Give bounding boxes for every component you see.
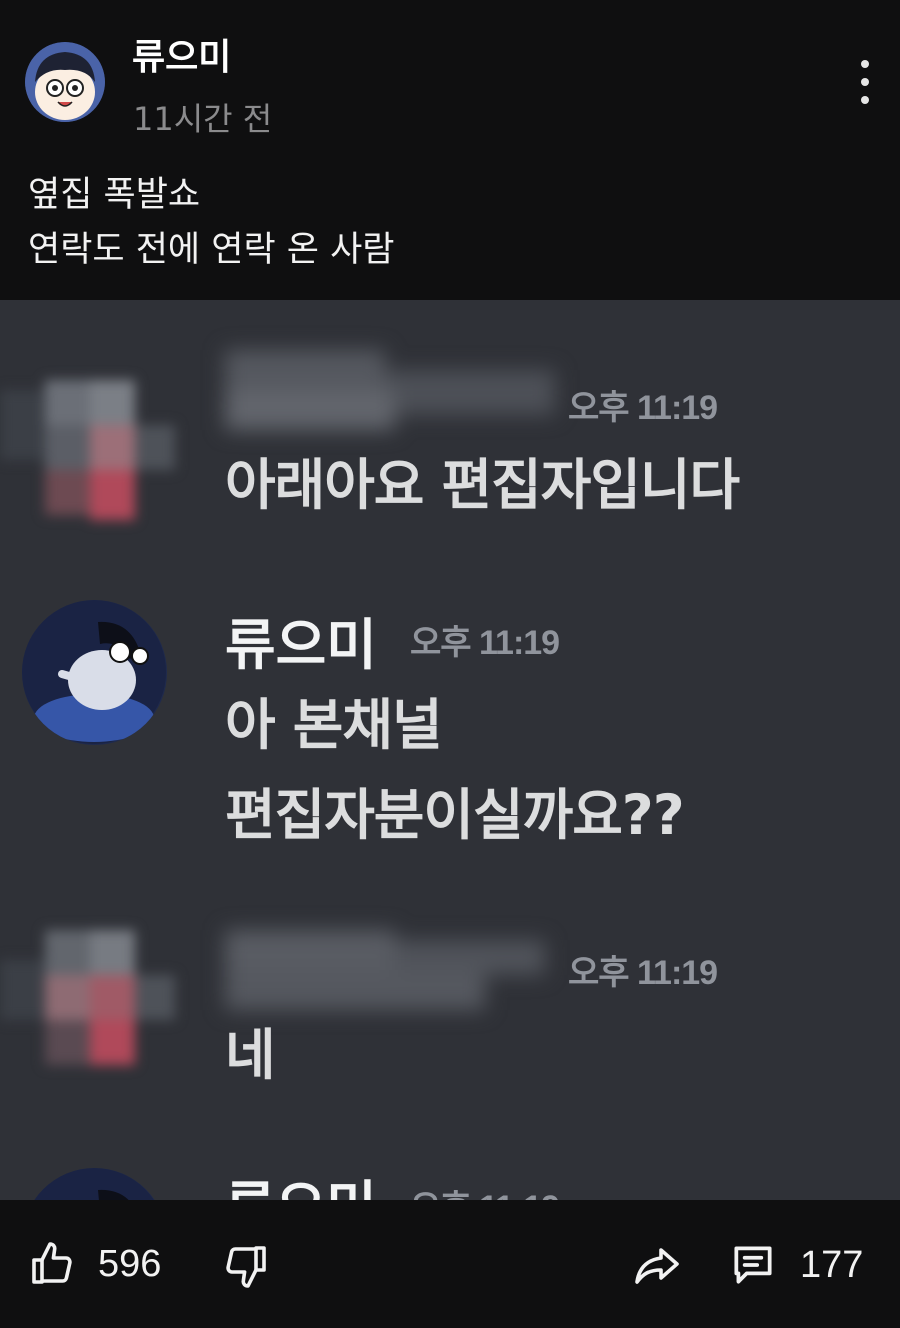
message-time: 오후 11:19 <box>568 954 718 992</box>
chat-author-avatar <box>22 1168 167 1200</box>
more-vertical-icon <box>861 60 869 68</box>
comment-icon <box>728 1240 778 1290</box>
blurred-username <box>225 930 545 1010</box>
comment-button[interactable]: 177 <box>728 1240 863 1290</box>
dislike-button[interactable] <box>222 1242 270 1290</box>
share-icon <box>632 1242 682 1290</box>
comment-count: 177 <box>800 1243 864 1286</box>
share-button[interactable] <box>632 1242 682 1290</box>
blurred-username <box>225 350 555 430</box>
message-time: 오후 11:19 <box>410 1180 560 1200</box>
chat-author-avatar <box>22 600 167 745</box>
message-time: 오후 11:19 <box>568 389 718 427</box>
author-avatar[interactable] <box>25 42 105 122</box>
like-count: 596 <box>98 1242 162 1285</box>
message-author: 류으미 <box>225 1162 377 1200</box>
message-author: 류으미 <box>225 613 377 677</box>
blurred-avatar <box>0 340 190 530</box>
post-timestamp: 11시간 전 <box>133 100 273 138</box>
post-text: 옆집 폭발쇼 연락도 전에 연락 온 사람 <box>28 168 395 278</box>
thumbs-up-icon <box>28 1240 76 1288</box>
author-name[interactable]: 류으미 <box>132 28 231 80</box>
more-options-button[interactable] <box>850 60 880 104</box>
message-text: 아래아요 편집자입니다 <box>225 453 740 517</box>
post-text-line: 연락도 전에 연락 온 사람 <box>28 230 395 270</box>
message-text: 네 <box>225 1023 276 1087</box>
post-text-line: 옆집 폭발쇼 <box>28 175 201 215</box>
post-header: 류으미 11시간 전 옆집 폭발쇼 연락도 전에 연락 온 사람 <box>0 0 900 300</box>
message-time: 오후 11:19 <box>410 624 560 662</box>
message-text: 아 본채널 <box>225 693 443 757</box>
message-text: 편집자분이실까요?? <box>225 783 685 847</box>
post-action-bar: 596 177 <box>0 1200 900 1328</box>
like-button[interactable]: 596 <box>28 1240 161 1288</box>
blurred-avatar <box>0 920 190 1080</box>
thumbs-down-icon <box>222 1242 270 1290</box>
post-image[interactable]: 오후 11:19 아래아요 편집자입니다 류으미 오후 11:19 아 본채널 … <box>0 300 900 1200</box>
